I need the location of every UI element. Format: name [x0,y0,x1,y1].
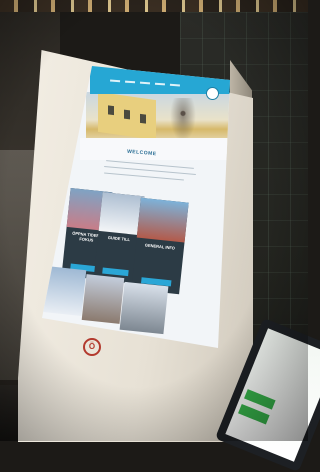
gallery-thumbnail[interactable] [81,274,125,324]
language-button[interactable] [206,87,219,100]
gallery-thumbnail[interactable] [119,281,169,335]
card-button[interactable] [101,267,130,277]
shield-icon: Ö [83,338,101,356]
hero-window [124,109,130,120]
hero-tree [170,98,196,142]
hero-building [98,91,156,141]
hero-window [140,113,146,124]
info-card[interactable]: GENERAL INFO [131,197,189,295]
intro-text-line [104,172,184,181]
card-title: GUIDE TILL [107,235,131,243]
hero-window [108,105,114,116]
card-title: GENERAL INFO [144,242,176,251]
hero-snow [80,138,230,160]
card-image [136,197,189,244]
